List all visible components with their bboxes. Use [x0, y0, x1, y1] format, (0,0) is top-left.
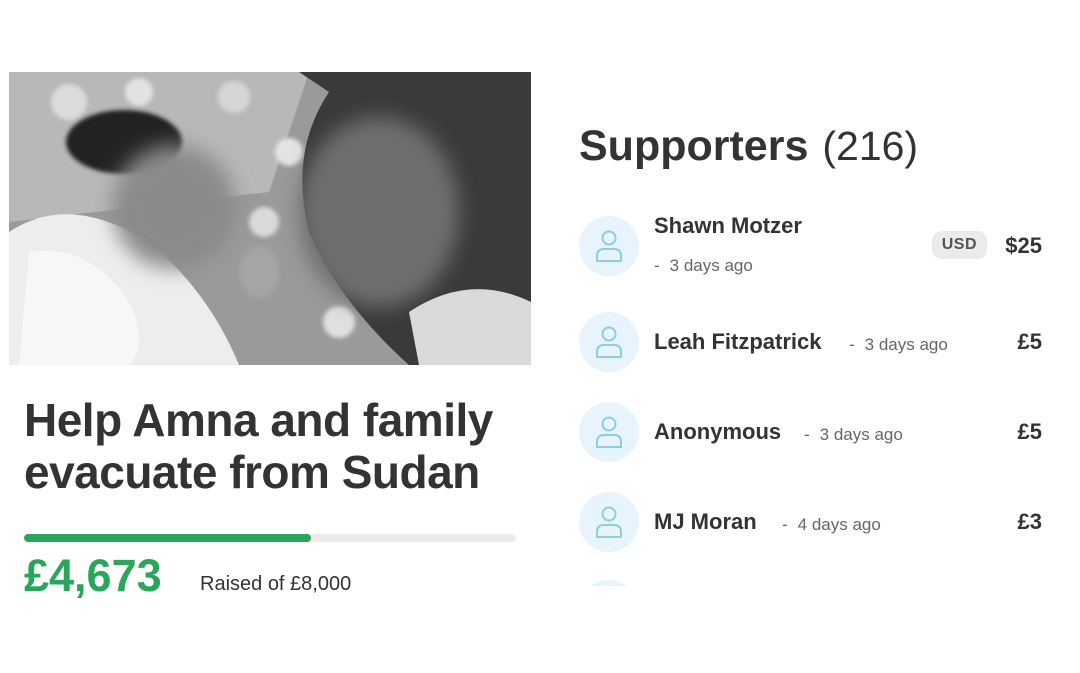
supporter-name: Leah Fitzpatrick: [654, 329, 822, 354]
supporter-time: -3 days ago: [804, 425, 903, 444]
campaign-title: Help Amna and family evacuate from Sudan: [24, 394, 493, 498]
raised-target: Raised of £8,000: [200, 573, 352, 595]
user-avatar-icon: [579, 312, 639, 372]
raised-amount: £4,673: [24, 550, 162, 601]
supporter-amount: £5: [1017, 419, 1042, 444]
user-avatar-icon: [579, 492, 639, 552]
supporter-name: MJ Moran: [654, 509, 757, 534]
supporters-count: (216): [822, 123, 919, 169]
supporter-time: -3 days ago: [849, 335, 948, 354]
supporter-item: Leah Fitzpatrick -3 days ago £5: [579, 312, 1042, 374]
user-avatar-icon: [579, 216, 639, 276]
campaign-image: [9, 72, 531, 365]
progress-bar-fill: [24, 534, 312, 542]
supporter-amount: £5: [1017, 329, 1042, 354]
progress-bar: [24, 534, 516, 542]
supporter-name: Anonymous: [654, 419, 782, 444]
supporter-item: MJ Moran -4 days ago £3: [579, 492, 1042, 554]
supporters-title: Supporters: [579, 122, 809, 170]
supporters-header: Supporters (216): [579, 120, 918, 182]
currency-badge: USD: [931, 231, 987, 259]
supporter-item: Shawn Motzer -3 days ago USD $25: [579, 213, 1042, 278]
supporter-name: Shawn Motzer: [654, 213, 802, 238]
supporter-amount: £3: [1017, 509, 1042, 534]
avatar-clipped: [579, 580, 639, 586]
user-avatar-icon: [579, 402, 639, 462]
supporter-time: -3 days ago: [654, 256, 753, 275]
supporter-time: -4 days ago: [782, 515, 881, 534]
supporter-item: Anonymous -3 days ago £5: [579, 402, 1042, 464]
supporter-amount: $25: [1005, 233, 1042, 258]
